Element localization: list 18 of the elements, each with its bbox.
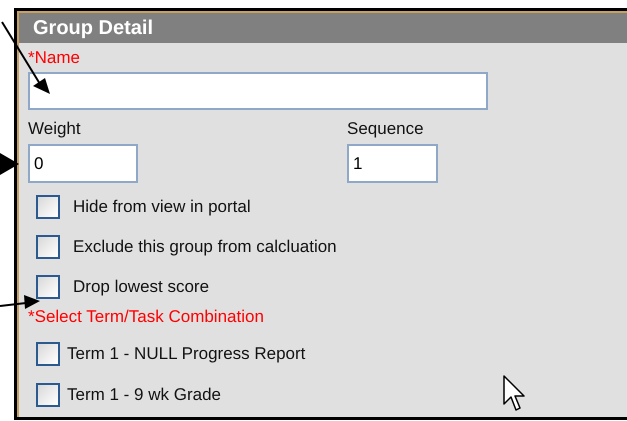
checkbox[interactable] xyxy=(36,235,60,259)
checkbox-label: Hide from view in portal xyxy=(73,196,251,218)
checkbox[interactable] xyxy=(36,275,60,299)
sequence-label: Sequence xyxy=(347,118,424,140)
weight-label: Weight xyxy=(28,118,81,140)
term-section-label: *Select Term/Task Combination xyxy=(28,306,264,328)
checkbox-label: Drop lowest score xyxy=(73,276,210,298)
checkbox-label: Term 1 - NULL Progress Report xyxy=(67,343,306,366)
checkbox[interactable] xyxy=(36,342,60,366)
checkbox-label: Term 1 - 9 wk Grade xyxy=(67,384,221,406)
sequence-input[interactable]: 1 xyxy=(347,144,438,183)
name-label: *Name xyxy=(28,47,80,69)
panel-header: Group Detail xyxy=(19,13,627,43)
checkbox[interactable] xyxy=(36,195,60,219)
name-input[interactable] xyxy=(28,72,488,110)
checkbox[interactable] xyxy=(36,383,60,407)
checkbox-label: Exclude this group from calcluation xyxy=(73,236,337,258)
weight-input[interactable]: 0 xyxy=(28,144,138,183)
